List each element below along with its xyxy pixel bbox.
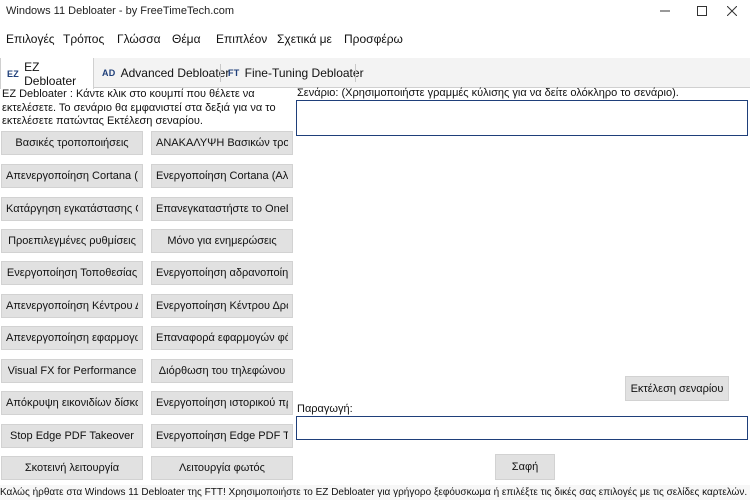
stop-edge-pdf-button[interactable]: Stop Edge PDF Takeover [1, 424, 143, 448]
menu-donate[interactable]: Προσφέρω [344, 32, 403, 46]
enable-action-center-button[interactable]: Ενεργοποίηση Κέντρου Δράσης [151, 294, 293, 318]
undo-basic-tweaks-button[interactable]: ΑΝΑΚΑΛΥΨΗ Βασικών τροποποιήσεων [151, 131, 293, 155]
clear-button[interactable]: Σαφή [495, 454, 555, 480]
reinstall-onedrive-button[interactable]: Επανεγκαταστήστε το OneDrive [151, 197, 293, 221]
fix-phone-button[interactable]: Διόρθωση του τηλεφώνου [151, 359, 293, 383]
tab-separator [355, 64, 356, 82]
disable-background-apps-button[interactable]: Απενεργοποίηση εφαρμογών φόντου [1, 326, 143, 350]
disable-action-center-button[interactable]: Απενεργοποίηση Κέντρου Δράσης [1, 294, 143, 318]
button-label: Stop Edge PDF Takeover [10, 430, 134, 442]
script-label: Σενάριο: (Χρησιμοποιήστε γραμμές κύλισης… [297, 87, 679, 99]
button-label: Ενεργοποίηση αδρανοποίησης [156, 267, 288, 279]
enable-cortana-button[interactable]: Ενεργοποίηση Cortana (Αλεξα) [151, 164, 293, 188]
button-label: Επανεγκαταστήστε το OneDrive [156, 203, 288, 215]
button-label: Λειτουργία φωτός [179, 462, 265, 474]
ez-description: EZ Debloater : Κάντε κλικ στο κουμπί που… [2, 88, 276, 127]
tab-ez-debloater[interactable]: EZ EZ Debloater [0, 58, 94, 89]
default-settings-button[interactable]: Προεπιλεγμένες ρυθμίσεις [1, 229, 143, 253]
button-label: Απενεργοποίηση Κέντρου Δράσης [6, 300, 138, 312]
window-title: Windows 11 Debloater - by FreeTimeTech.c… [6, 5, 235, 17]
minimize-icon [660, 10, 670, 12]
button-label: Ενεργοποίηση ιστορικού πρόχειρου [156, 397, 288, 409]
light-mode-button[interactable]: Λειτουργία φωτός [151, 456, 293, 480]
restore-background-apps-button[interactable]: Επαναφορά εφαρμογών φόντου [151, 326, 293, 350]
ad-icon: AD [102, 68, 116, 78]
close-button[interactable] [715, 0, 749, 22]
button-label: Απόκρυψη εικονιδίων δίσκου [6, 397, 138, 409]
button-label: Ενεργοποίηση Κέντρου Δράσης [156, 300, 288, 312]
menu-extra[interactable]: Επιπλέον [216, 32, 267, 46]
updates-only-button[interactable]: Μόνο για ενημερώσεις [151, 229, 293, 253]
button-label: Ενεργοποίηση Edge PDF Takeover [156, 430, 288, 442]
tab-ez-debloater-label: EZ Debloater [24, 59, 77, 88]
disable-cortana-button[interactable]: Απενεργοποίηση Cortana (Αλεξα) [1, 164, 143, 188]
button-label: Visual FX for Performance [7, 365, 137, 377]
ez-icon: EZ [7, 68, 20, 79]
minimize-button[interactable] [648, 0, 682, 22]
menu-about[interactable]: Σχετικά με [277, 32, 332, 46]
tab-strip: EZ EZ Debloater AD Advanced Debloater FT… [0, 58, 750, 89]
tab-advanced-debloater[interactable]: AD Advanced Debloater [96, 58, 235, 88]
button-label: ΑΝΑΚΑΛΥΨΗ Βασικών τροποποιήσεων [156, 137, 288, 149]
button-label: Ενεργοποίηση Cortana (Αλεξα) [156, 170, 288, 182]
run-script-label: Εκτέλεση σεναρίου [630, 382, 724, 395]
dark-mode-button[interactable]: Σκοτεινή λειτουργία [1, 456, 143, 480]
output-label: Παραγωγή: [297, 403, 353, 415]
tab-separator [220, 64, 221, 82]
tab-advanced-debloater-label: Advanced Debloater [120, 66, 230, 80]
output-textbox[interactable] [296, 416, 748, 440]
script-textbox[interactable] [296, 100, 748, 136]
basic-tweaks-button[interactable]: Βασικές τροποποιήσεις [1, 131, 143, 155]
menu-mode[interactable]: Τρόπος [63, 32, 104, 46]
clear-label: Σαφή [511, 461, 539, 473]
button-label: Διόρθωση του τηλεφώνου [158, 365, 286, 377]
button-label: Απενεργοποίηση Cortana (Αλεξα) [6, 170, 138, 182]
visual-fx-performance-button[interactable]: Visual FX for Performance [1, 359, 143, 383]
ft-icon: FT [228, 68, 240, 78]
tab-fine-tuning-debloater[interactable]: FT Fine-Tuning Debloater [222, 58, 370, 88]
menu-options[interactable]: Επιλογές [6, 32, 55, 46]
tab-fine-tuning-debloater-label: Fine-Tuning Debloater [244, 66, 364, 80]
enable-hibernation-button[interactable]: Ενεργοποίηση αδρανοποίησης [151, 261, 293, 285]
enable-edge-pdf-button[interactable]: Ενεργοποίηση Edge PDF Takeover [151, 424, 293, 448]
maximize-button[interactable] [685, 0, 719, 22]
button-label: Βασικές τροποποιήσεις [15, 137, 129, 149]
button-label: Μόνο για ενημερώσεις [167, 235, 277, 247]
title-bar: Windows 11 Debloater - by FreeTimeTech.c… [0, 0, 750, 24]
maximize-icon [697, 6, 707, 16]
menu-theme[interactable]: Θέμα [172, 32, 201, 46]
button-label: Ενεργοποίηση Τοποθεσίας [6, 267, 138, 279]
close-icon [727, 6, 737, 16]
menu-language[interactable]: Γλώσσα [117, 32, 161, 46]
button-label: Σκοτεινή λειτουργία [24, 462, 120, 474]
menu-bar: Επιλογές Τρόπος Γλώσσα Θέμα Επιπλέον Σχε… [0, 28, 750, 50]
button-label: Επαναφορά εφαρμογών φόντου [156, 332, 288, 344]
hide-tray-icons-button[interactable]: Απόκρυψη εικονιδίων δίσκου [1, 391, 143, 415]
button-label: Προεπιλεγμένες ρυθμίσεις [8, 235, 136, 247]
enable-location-button[interactable]: Ενεργοποίηση Τοποθεσίας [1, 261, 143, 285]
status-text: Καλώς ήρθατε στα Windows 11 Debloater τη… [0, 487, 748, 498]
enable-clipboard-history-button[interactable]: Ενεργοποίηση ιστορικού πρόχειρου [151, 391, 293, 415]
button-label: Απενεργοποίηση εφαρμογών φόντου [6, 332, 138, 344]
button-label: Κατάργηση εγκατάστασης OneDrive [6, 203, 138, 215]
status-bar: Καλώς ήρθατε στα Windows 11 Debloater τη… [0, 485, 750, 500]
uninstall-onedrive-button[interactable]: Κατάργηση εγκατάστασης OneDrive [1, 197, 143, 221]
run-script-button[interactable]: Εκτέλεση σεναρίου [625, 376, 729, 401]
